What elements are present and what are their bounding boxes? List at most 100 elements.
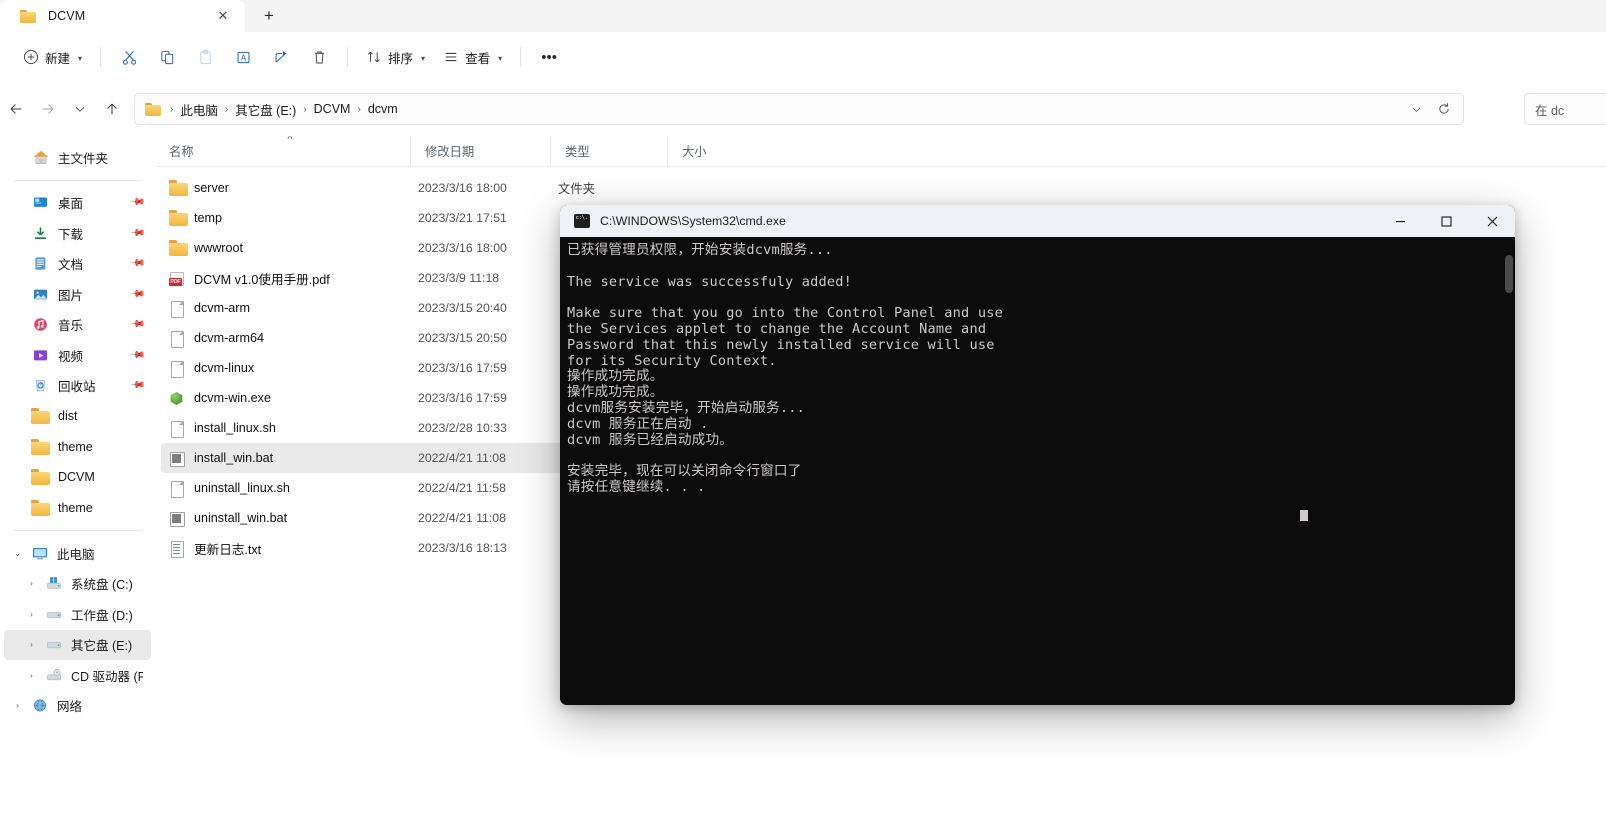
column-header-date[interactable]: 修改日期	[410, 136, 550, 167]
cut-button[interactable]	[110, 41, 148, 73]
sidebar-item-downloads[interactable]: 下载 📌	[4, 218, 151, 249]
refresh-button[interactable]	[1431, 96, 1457, 122]
cd-icon	[45, 668, 62, 683]
arrow-up-icon	[107, 103, 117, 115]
forward-button[interactable]	[32, 93, 64, 125]
console-title: C:\WINDOWS\System32\cmd.exe	[600, 214, 786, 228]
new-tab-button[interactable]: +	[249, 1, 289, 31]
sidebar-item-label: 此电脑	[57, 547, 95, 562]
home-icon	[32, 150, 49, 165]
address-bar-row: › 此电脑 › 其它盘 (E:) › DCVM › dcvm	[0, 82, 1606, 136]
file-name-cell: uninstall_linux.sh	[161, 480, 410, 498]
column-header-size[interactable]: 大小	[667, 136, 757, 167]
sidebar-item-drive-e[interactable]: › 其它盘 (E:)	[4, 629, 151, 660]
view-button[interactable]: 查看 ▾	[434, 41, 511, 73]
chevron-right-icon[interactable]: ›	[10, 701, 25, 710]
sidebar-item-home[interactable]: 主文件夹	[4, 142, 151, 173]
paste-button[interactable]	[186, 41, 224, 73]
chevron-right-icon[interactable]: ›	[24, 640, 39, 649]
table-row[interactable]: server 2023/3/16 18:00 文件夹	[161, 173, 751, 203]
file-name: 更新日志.txt	[194, 542, 262, 557]
sidebar-item-theme-2[interactable]: theme	[4, 493, 151, 524]
pin-icon[interactable]: 📌	[128, 316, 145, 333]
folder-icon	[31, 499, 50, 516]
sidebar-item-drive-f[interactable]: › CD 驱动器 (F:)	[4, 660, 151, 691]
file-name: uninstall_win.bat	[194, 511, 288, 525]
sidebar-item-music[interactable]: 音乐 📌	[4, 310, 151, 341]
address-dropdown-button[interactable]	[1403, 96, 1429, 122]
sidebar-item-drive-c[interactable]: › 系统盘 (C:)	[4, 569, 151, 600]
bat-icon	[169, 510, 185, 527]
sort-icon	[368, 51, 380, 63]
breadcrumb-item-2[interactable]: DCVM	[308, 100, 357, 118]
sidebar-item-desktop[interactable]: 桌面 📌	[4, 188, 151, 219]
recent-locations-button[interactable]	[64, 93, 96, 125]
rename-button[interactable]: A	[224, 41, 262, 73]
new-button[interactable]: 新建 ▾	[14, 41, 91, 73]
sidebar-item-recyclebin[interactable]: 回收站 📌	[4, 371, 151, 402]
sidebar-item-dcvm[interactable]: DCVM	[4, 462, 151, 493]
file-name: dcvm-arm	[194, 301, 250, 315]
sidebar-item-documents[interactable]: 文档 📌	[4, 249, 151, 280]
search-input[interactable]: 在 dc	[1524, 93, 1606, 125]
close-button[interactable]	[1469, 205, 1515, 237]
minimize-button[interactable]	[1377, 205, 1423, 237]
file-date-cell: 2022/4/21 11:08	[418, 451, 506, 465]
console-output-area[interactable]: 已获得管理员权限，开始安装dcvm服务... The service was s…	[560, 237, 1515, 705]
file-date-cell: 2022/4/21 11:58	[418, 481, 506, 495]
chevron-right-icon[interactable]: ›	[24, 579, 39, 588]
maximize-icon	[1440, 215, 1452, 227]
chevron-down-icon	[1412, 107, 1420, 112]
pin-icon[interactable]: 📌	[128, 194, 145, 211]
cmd-console-window[interactable]: C:\WINDOWS\System32\cmd.exe 已获得管理员权限，开始安…	[560, 205, 1515, 705]
tab-dcvm[interactable]: DCVM ✕	[0, 0, 245, 32]
downloads-icon	[32, 226, 49, 241]
close-icon[interactable]: ✕	[211, 4, 235, 28]
console-scrollbar[interactable]	[1501, 237, 1515, 705]
pin-icon[interactable]: 📌	[128, 286, 145, 303]
column-header-name[interactable]: ˄ 名称	[155, 136, 410, 167]
chevron-down-icon: ▾	[498, 53, 503, 63]
breadcrumb-item-0[interactable]: 此电脑	[174, 98, 224, 121]
sidebar-item-videos[interactable]: 视频 📌	[4, 340, 151, 371]
pin-icon[interactable]: 📌	[128, 225, 145, 242]
sidebar-item-theme-1[interactable]: theme	[4, 432, 151, 463]
more-options-button[interactable]: •••	[530, 41, 568, 73]
sidebar-item-pictures[interactable]: 图片 📌	[4, 279, 151, 310]
console-scrollbar-thumb[interactable]	[1505, 255, 1513, 293]
pin-icon[interactable]: 📌	[128, 377, 145, 394]
maximize-button[interactable]	[1423, 205, 1469, 237]
sidebar-item-drive-d[interactable]: › 工作盘 (D:)	[4, 599, 151, 630]
delete-button[interactable]	[300, 41, 338, 73]
file-name: install_linux.sh	[194, 421, 276, 435]
column-header-label: 类型	[565, 145, 590, 159]
sidebar-item-network[interactable]: › 网络	[4, 691, 151, 722]
pin-icon[interactable]: 📌	[128, 347, 145, 364]
sort-button[interactable]: 排序 ▾	[357, 41, 434, 73]
sort-ascending-icon: ˄	[287, 136, 293, 143]
file-name: install_win.bat	[194, 451, 274, 465]
column-header-type[interactable]: 类型	[550, 136, 667, 167]
sidebar-item-dist[interactable]: dist	[4, 401, 151, 432]
back-button[interactable]	[0, 93, 32, 125]
file-name-cell: wwwroot	[161, 240, 410, 257]
copy-button[interactable]	[148, 41, 186, 73]
chevron-right-icon[interactable]: ›	[24, 671, 39, 680]
share-button[interactable]	[262, 41, 300, 73]
chevron-right-icon[interactable]: ›	[24, 610, 39, 619]
pin-icon[interactable]: 📌	[128, 255, 145, 272]
console-title-bar[interactable]: C:\WINDOWS\System32\cmd.exe	[560, 205, 1515, 237]
file-name-cell: dcvm-arm	[161, 300, 410, 318]
sidebar-item-this-pc[interactable]: ⌄ 此电脑	[4, 538, 151, 569]
view-icon	[445, 52, 457, 62]
column-header-label: 名称	[169, 145, 194, 159]
up-button[interactable]	[96, 93, 128, 125]
breadcrumb-item-3[interactable]: dcvm	[362, 100, 404, 118]
file-date-cell: 2023/3/15 20:40	[418, 301, 507, 315]
pictures-icon	[32, 287, 49, 302]
chevron-down-icon[interactable]: ⌄	[10, 549, 25, 558]
address-bar[interactable]: › 此电脑 › 其它盘 (E:) › DCVM › dcvm	[134, 93, 1464, 125]
breadcrumb-item-1[interactable]: 其它盘 (E:)	[229, 98, 302, 121]
navigation-pane[interactable]: 主文件夹 桌面 📌 下载 📌 文档 📌 图片 📌 音乐 📌 视频 📌 回收站 📌…	[0, 136, 155, 823]
file-explorer-window: DCVM ✕ + 新建 ▾ A 排序 ▾ 查看 ▾ ••• › 此电脑 › 其它…	[0, 0, 1606, 823]
